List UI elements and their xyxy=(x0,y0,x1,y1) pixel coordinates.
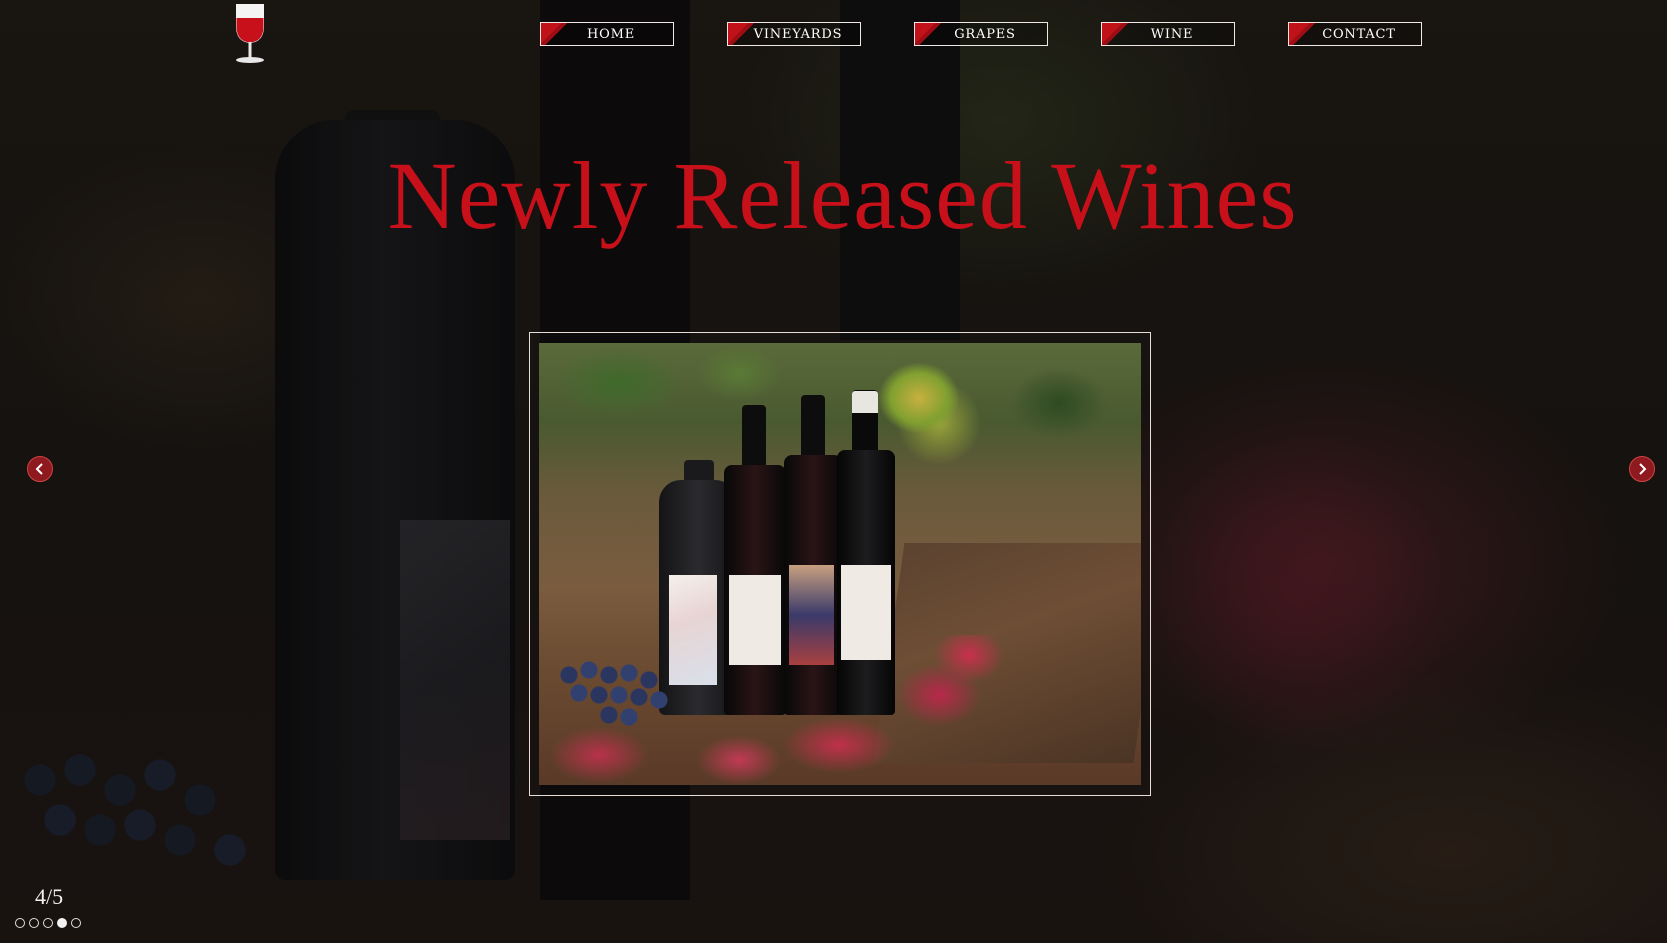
slider-dot-3[interactable] xyxy=(43,918,53,928)
slide-counter: 4/5 xyxy=(35,884,64,909)
slider-dot-5[interactable] xyxy=(71,918,81,928)
slider-prev-button[interactable] xyxy=(27,456,53,482)
nav-home-label: HOME xyxy=(587,26,635,42)
slider-dot-4[interactable] xyxy=(57,918,67,928)
slider-dot-1[interactable] xyxy=(15,918,25,928)
slide-photo-frame xyxy=(529,332,1151,796)
nav-wine-label: WINE xyxy=(1150,26,1194,42)
nav-flag-icon xyxy=(541,23,571,45)
nav-wine[interactable]: WINE xyxy=(1101,22,1235,46)
nav-contact-label: CONTACT xyxy=(1322,26,1396,42)
chevron-left-icon xyxy=(35,463,43,475)
wine-bottles-photo xyxy=(539,343,1141,785)
nav-home[interactable]: HOME xyxy=(540,22,674,46)
slider-next-button[interactable] xyxy=(1629,456,1655,482)
nav-vineyards-label: VINEYARDS xyxy=(753,26,843,42)
chevron-right-icon xyxy=(1639,463,1647,475)
nav-grapes[interactable]: GRAPES xyxy=(914,22,1048,46)
slider-dot-2[interactable] xyxy=(29,918,39,928)
nav-flag-icon xyxy=(1102,23,1132,45)
page-title: Newly Released Wines xyxy=(387,142,1298,249)
nav-flag-icon xyxy=(915,23,945,45)
wine-glass-icon[interactable] xyxy=(232,2,268,64)
nav-contact[interactable]: CONTACT xyxy=(1288,22,1422,46)
nav-vineyards[interactable]: VINEYARDS xyxy=(727,22,861,46)
nav-grapes-label: GRAPES xyxy=(954,26,1016,42)
